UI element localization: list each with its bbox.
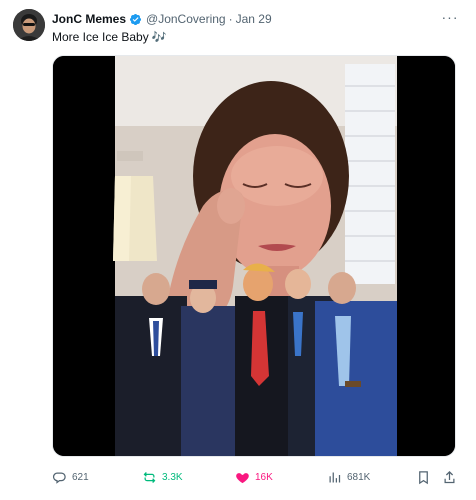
timestamp[interactable]: Jan 29 [236,11,272,27]
like-button[interactable]: 16K [235,466,273,488]
header-separator: · [228,12,233,26]
verified-badge-icon [129,13,142,26]
like-count: 16K [255,471,273,483]
repost-button[interactable]: 3.3K [142,466,183,488]
reply-button[interactable]: 621 [52,466,89,488]
tweet-actions: 621 3.3K 16K 681K [52,466,458,488]
avatar[interactable] [13,9,45,41]
like-icon [236,472,249,483]
video-frame [53,56,455,456]
more-options-button[interactable]: ··· [440,9,460,25]
views-count: 681K [347,471,371,483]
repost-count: 3.3K [162,471,183,483]
video-player[interactable] [52,55,456,457]
reply-count: 621 [72,471,89,483]
author-name[interactable]: JonC Memes [52,11,126,27]
repost-icon [143,471,156,483]
tweet-body: More Ice Ice Baby [52,30,149,44]
bookmark-icon [419,470,428,484]
share-button[interactable] [442,466,457,488]
reply-icon [52,472,66,484]
author-handle[interactable]: @JonCovering [146,11,226,27]
share-icon [444,470,455,483]
tweet: JonC Memes @JonCovering · Jan 29 ··· Mor… [0,0,476,500]
views-button[interactable]: 681K [327,466,370,488]
more-icon: ··· [441,9,459,25]
tweet-text: More Ice Ice Baby 🎶 [52,29,167,45]
music-notes-emoji: 🎶 [151,30,167,44]
bookmark-button[interactable] [416,466,431,488]
tweet-header: JonC Memes @JonCovering · Jan 29 [52,11,272,27]
views-icon [329,472,341,482]
